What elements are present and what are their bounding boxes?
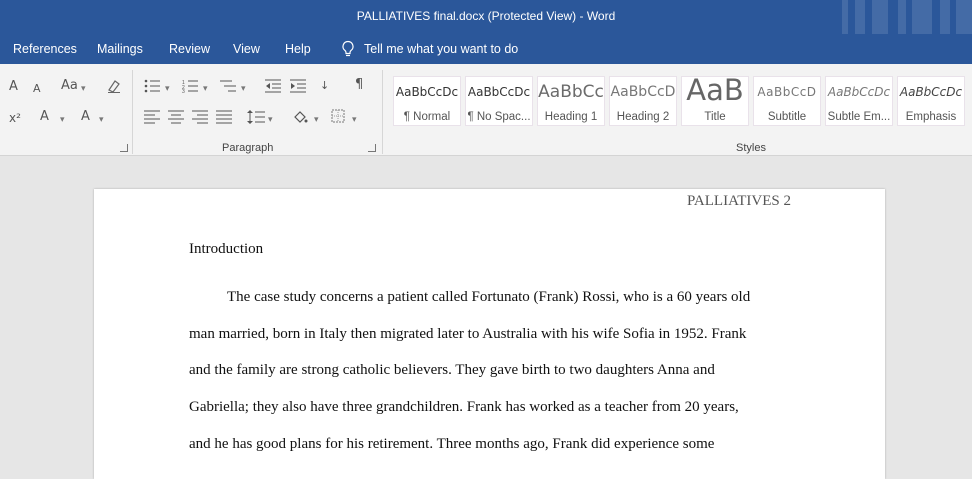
chevron-down-icon[interactable]: ▾: [203, 82, 208, 96]
group-separator: [132, 70, 133, 154]
group-separator: [382, 70, 383, 154]
ribbon: A A Aa ▾ x² A ▾ A ▾ ▾ 123 ▾ ▾ ↓ ¶ ▾ ▾ ▾ …: [0, 64, 972, 156]
tab-view[interactable]: View: [233, 42, 260, 56]
chevron-down-icon[interactable]: ▾: [99, 113, 104, 127]
style-name: Emphasis: [905, 111, 957, 123]
chevron-down-icon[interactable]: ▾: [241, 82, 246, 96]
tell-me-text: Tell me what you want to do: [364, 42, 519, 56]
shading-icon[interactable]: [292, 109, 308, 125]
body-line: and he has good plans for his retirement…: [189, 436, 715, 452]
tab-help[interactable]: Help: [285, 42, 311, 56]
sort-icon[interactable]: ↓: [320, 79, 329, 93]
document-page[interactable]: PALLIATIVES 2 Introduction The case stud…: [94, 189, 885, 479]
style-no-spacing[interactable]: AaBbCcDc ¶ No Spac...: [465, 76, 533, 126]
justify-icon[interactable]: [216, 110, 232, 124]
chevron-down-icon[interactable]: ▾: [165, 82, 170, 96]
style-sample: AaB: [686, 73, 744, 107]
style-sample: AaBbCcD: [757, 85, 817, 99]
lightbulb-icon: [342, 40, 354, 57]
line-spacing-icon[interactable]: [247, 109, 265, 125]
style-emphasis[interactable]: AaBbCcDc Emphasis: [897, 76, 965, 126]
style-name: Subtle Em...: [827, 111, 891, 123]
style-heading-2[interactable]: AaBbCcD Heading 2: [609, 76, 677, 126]
numbering-icon[interactable]: 123: [182, 79, 198, 93]
body-line: man married, born in Italy then migrated…: [189, 326, 747, 342]
font-color-icon[interactable]: A: [81, 110, 90, 124]
decoration: [940, 0, 950, 34]
increase-indent-icon[interactable]: [290, 79, 306, 93]
decrease-indent-icon[interactable]: [265, 79, 281, 93]
style-name: ¶ No Spac...: [467, 111, 531, 123]
align-left-icon[interactable]: [144, 110, 160, 124]
style-name: Subtitle: [767, 111, 807, 123]
ribbon-tabs: References Mailings Review View Help Tel…: [0, 34, 972, 64]
style-sample: AaBbCcDc: [899, 85, 963, 99]
styles-group-label: Styles: [736, 142, 766, 154]
decoration: [842, 0, 848, 34]
chevron-down-icon[interactable]: ▾: [81, 82, 86, 96]
superscript-icon[interactable]: x²: [9, 111, 21, 125]
decoration: [956, 0, 972, 34]
style-sample: AaBbCcD: [610, 84, 676, 100]
style-sample: AaBbCcDc: [467, 85, 531, 99]
bullets-icon[interactable]: [144, 79, 160, 93]
style-sample: AaBbCcDc: [827, 85, 891, 99]
body-line: and the family are strong catholic belie…: [189, 362, 715, 378]
chevron-down-icon[interactable]: ▾: [60, 113, 65, 127]
decoration: [872, 0, 888, 34]
svg-text:3: 3: [182, 89, 185, 93]
chevron-down-icon[interactable]: ▾: [352, 113, 357, 127]
page-header: PALLIATIVES 2: [686, 193, 791, 209]
body-line: The case study concerns a patient called…: [227, 289, 751, 305]
decoration: [855, 0, 865, 34]
align-right-icon[interactable]: [192, 110, 208, 124]
chevron-down-icon[interactable]: ▾: [268, 113, 273, 127]
align-center-icon[interactable]: [168, 110, 184, 124]
style-name: Title: [704, 111, 726, 123]
change-case-icon[interactable]: Aa: [61, 79, 78, 93]
style-subtitle[interactable]: AaBbCcD Subtitle: [753, 76, 821, 126]
style-normal[interactable]: AaBbCcDc ¶ Normal: [393, 76, 461, 126]
font-dialog-launcher-icon[interactable]: [120, 144, 128, 152]
style-name: Heading 1: [544, 111, 598, 123]
document-heading: Introduction: [189, 241, 264, 257]
text-effects-icon[interactable]: A: [40, 110, 49, 124]
chevron-down-icon[interactable]: ▾: [314, 113, 319, 127]
pilcrow-icon[interactable]: ¶: [355, 78, 363, 92]
tab-review[interactable]: Review: [169, 42, 210, 56]
title-bar: PALLIATIVES final.docx (Protected View) …: [0, 0, 972, 34]
style-heading-1[interactable]: AaBbCc Heading 1: [537, 76, 605, 126]
tab-mailings[interactable]: Mailings: [97, 42, 143, 56]
multilevel-list-icon[interactable]: [220, 79, 236, 93]
style-name: ¶ Normal: [403, 111, 451, 123]
decoration: [912, 0, 932, 34]
document-canvas: PALLIATIVES 2 Introduction The case stud…: [0, 157, 972, 479]
clear-formatting-icon[interactable]: [106, 78, 122, 94]
tell-me-search[interactable]: Tell me what you want to do: [340, 40, 518, 58]
paragraph-group-label: Paragraph: [222, 142, 274, 154]
borders-icon[interactable]: [331, 109, 345, 123]
body-line: Gabriella; they also have three grandchi…: [189, 399, 739, 415]
grow-font-icon[interactable]: A: [9, 80, 18, 94]
style-name: Heading 2: [616, 111, 670, 123]
style-title[interactable]: AaB Title: [681, 73, 749, 126]
decoration: [898, 0, 906, 34]
shrink-font-icon[interactable]: A: [33, 82, 41, 96]
paragraph-dialog-launcher-icon[interactable]: [368, 144, 376, 152]
style-subtle-emphasis[interactable]: AaBbCcDc Subtle Em...: [825, 76, 893, 126]
tab-references[interactable]: References: [13, 42, 77, 56]
window-title: PALLIATIVES final.docx (Protected View) …: [356, 9, 616, 23]
style-sample: AaBbCc: [538, 82, 604, 102]
style-sample: AaBbCcDc: [395, 85, 459, 99]
